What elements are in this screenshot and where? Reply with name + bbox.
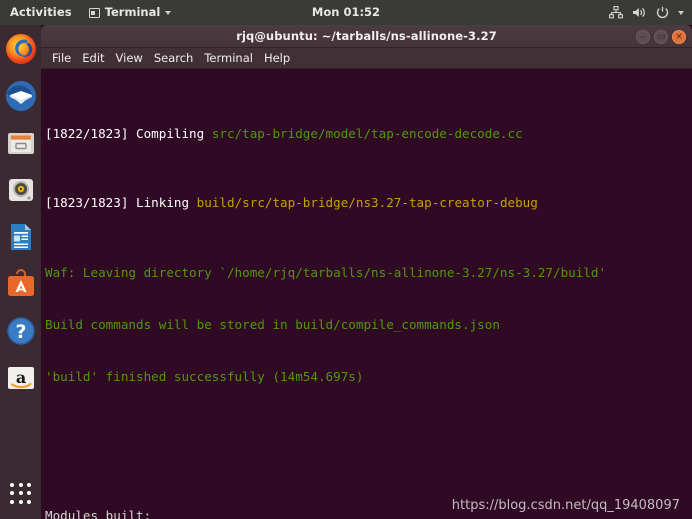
log-line-finished: 'build' finished successfully (14m54.697… [45,368,364,384]
menu-file[interactable]: File [52,48,71,69]
compiling-tag: [1822/1823] Compiling [45,126,212,142]
menu-edit[interactable]: Edit [82,48,104,69]
menu-view[interactable]: View [116,48,143,69]
firefox-icon [5,33,37,65]
libreoffice-writer-icon [5,221,37,253]
watermark-text: https://blog.csdn.net/qq_19408097 [451,497,680,513]
close-button[interactable]: × [672,29,686,44]
window-titlebar[interactable]: rjq@ubuntu: ~/tarballs/ns-allinone-3.27 … [41,25,692,48]
app-grid-icon [10,482,31,504]
gnome-top-bar: Activities Terminal Mon 01:52 [0,0,692,25]
launcher-item-firefox[interactable] [0,25,41,72]
thunderbird-icon [5,80,37,112]
unity-launcher: ? a [0,25,41,519]
menu-help[interactable]: Help [264,48,290,69]
svg-text:a: a [15,368,25,387]
maximize-button[interactable]: ▭ [654,29,668,44]
launcher-item-thunderbird[interactable] [0,72,41,119]
maximize-icon: ▭ [656,31,666,42]
activities-button[interactable]: Activities [0,0,81,25]
linking-tag: [1823/1823] Linking [45,195,197,211]
menu-terminal[interactable]: Terminal [204,48,253,69]
volume-icon[interactable] [632,6,647,19]
power-icon[interactable] [656,6,669,19]
linking-path: build/src/tap-bridge/ns3.27-tap-creator-… [196,195,538,211]
app-menu-label: Terminal [104,5,161,19]
launcher-item-amazon[interactable]: a [0,354,41,401]
files-icon [5,127,37,159]
network-icon[interactable] [609,6,623,19]
launcher-item-libreoffice-writer[interactable] [0,213,41,260]
system-status-area[interactable] [609,0,684,25]
minimize-button[interactable]: – [636,29,650,44]
terminal-menubar: File Edit View Search Terminal Help [41,48,692,69]
system-menu-chevron-down-icon[interactable] [678,10,684,15]
help-icon: ? [5,315,37,347]
minimize-icon: – [640,31,646,42]
desktop-screen: Activities Terminal Mon 01:52 ? a rjq@ub… [0,0,692,519]
chevron-down-icon [165,10,172,15]
close-icon: × [675,31,683,42]
compiling-path: src/tap-bridge/model/tap-encode-decode.c… [211,126,523,142]
terminal-output[interactable]: [1822/1823] Compiling src/tap-bridge/mod… [41,69,692,519]
window-controls: – ▭ × [636,25,686,48]
log-line-waf-leaving: Waf: Leaving directory `/home/rjq/tarbal… [45,264,607,280]
launcher-item-files[interactable] [0,119,41,166]
window-title: rjq@ubuntu: ~/tarballs/ns-allinone-3.27 [236,29,497,43]
show-applications-button[interactable] [0,471,41,515]
app-menu-terminal[interactable]: Terminal [81,0,180,25]
svg-text:?: ? [15,321,26,343]
launcher-item-rhythmbox[interactable] [0,166,41,213]
amazon-icon: a [5,362,37,394]
terminal-icon [88,7,100,18]
terminal-window: rjq@ubuntu: ~/tarballs/ns-allinone-3.27 … [41,25,692,519]
log-line-linking: [1823/1823] Linking build/src/tap-bridge… [45,194,692,211]
ubuntu-software-icon [5,268,37,300]
log-line-build-commands: Build commands will be stored in build/c… [45,316,500,332]
launcher-item-help[interactable]: ? [0,307,41,354]
log-line-compiling: [1822/1823] Compiling src/tap-bridge/mod… [45,125,692,142]
menu-search[interactable]: Search [154,48,194,69]
launcher-item-ubuntu-software[interactable] [0,260,41,307]
rhythmbox-icon [5,174,37,206]
